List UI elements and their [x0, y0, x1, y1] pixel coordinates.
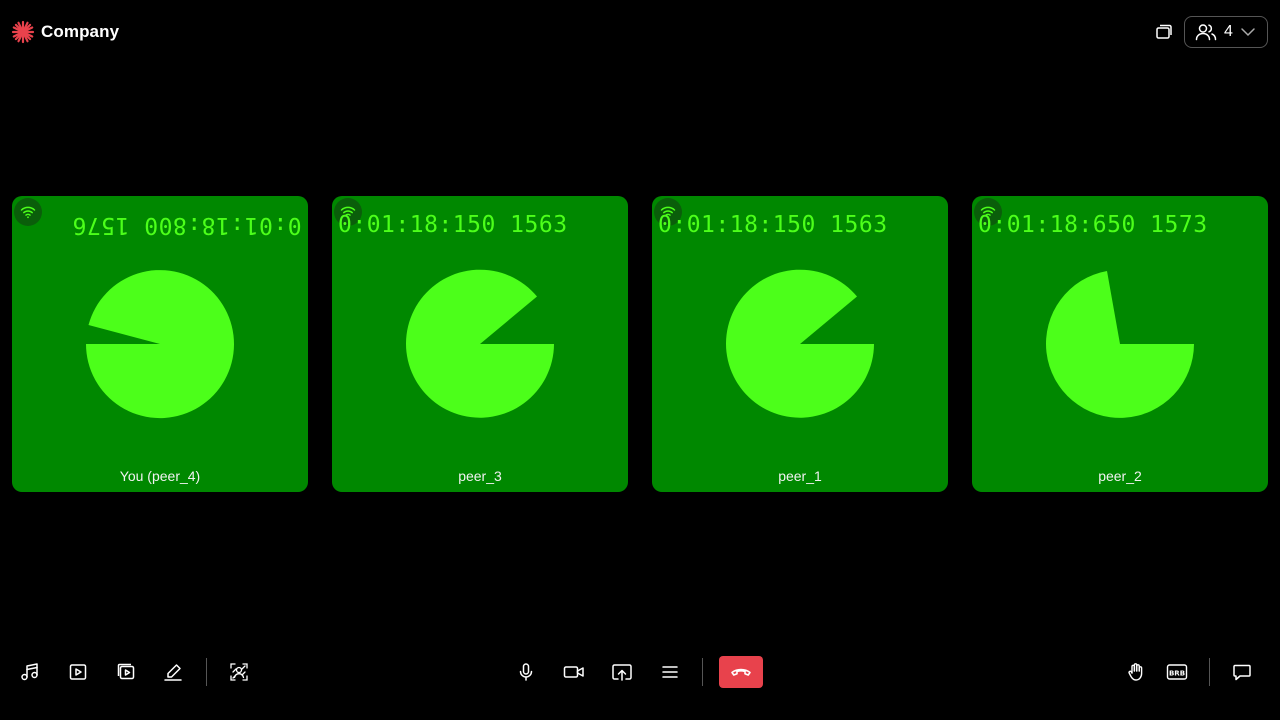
microphone-button[interactable]	[510, 656, 542, 688]
chat-button[interactable]	[1226, 656, 1258, 688]
company-name: Company	[41, 22, 120, 41]
microphone-icon	[519, 663, 533, 681]
tile-participant-name: peer_3	[458, 468, 502, 484]
video-pie-graphic	[85, 270, 234, 419]
video-timer-text: 0:01:18:650 1573	[978, 212, 1208, 238]
layout-toggle-button[interactable]	[1152, 20, 1176, 44]
video-pie-graphic	[726, 269, 874, 418]
virtual-background-button[interactable]	[223, 656, 255, 688]
screen-share-icon	[612, 664, 632, 681]
camera-icon	[563, 666, 584, 678]
whiteboard-button[interactable]	[157, 656, 189, 688]
screen-share-button[interactable]	[606, 656, 638, 688]
tile-participant-name: peer_2	[1098, 468, 1142, 484]
participant-count: 4	[1224, 23, 1233, 40]
company-logo: Company	[11, 20, 119, 44]
embed-video-button[interactable]	[110, 656, 142, 688]
brb-icon: BRB	[1166, 664, 1188, 680]
network-quality-badge	[14, 198, 42, 226]
chat-icon	[1233, 664, 1251, 681]
logo-star-icon	[11, 20, 35, 44]
video-pie-graphic	[406, 269, 554, 418]
video-pie-graphic	[1046, 271, 1194, 418]
layout-icon	[1156, 24, 1172, 39]
people-icon	[1195, 24, 1217, 41]
more-menu-button[interactable]	[654, 656, 686, 688]
raise-hand-button[interactable]	[1120, 656, 1152, 688]
music-icon	[21, 663, 38, 681]
tile-participant-name: peer_1	[778, 468, 822, 484]
toolbar-divider	[1209, 658, 1210, 686]
more-menu-icon	[662, 666, 678, 678]
camera-button[interactable]	[558, 656, 590, 688]
participants-button[interactable]: 4	[1184, 16, 1268, 48]
video-timer-text: 0:01:18:150 1563	[658, 212, 888, 238]
video-tile-peer-2[interactable]: 0:01:18:650 1573 peer_2	[972, 196, 1268, 492]
music-button[interactable]	[14, 656, 46, 688]
video-playlist-icon	[69, 664, 87, 680]
video-timer-text: 0:01:18:800 1576	[72, 212, 302, 238]
video-tile-self[interactable]: 0:01:18:800 1576 You (peer_4)	[12, 196, 308, 492]
brb-button[interactable]: BRB	[1161, 656, 1193, 688]
embed-video-icon	[117, 663, 135, 680]
tile-participant-name: You (peer_4)	[119, 468, 201, 484]
toolbar-divider	[206, 658, 207, 686]
video-timer-text: 0:01:18:150 1563	[338, 212, 568, 238]
video-tile-peer-3[interactable]: 0:01:18:150 1563 peer_3	[332, 196, 628, 492]
chevron-down-icon	[1241, 28, 1255, 37]
virtual-background-icon	[230, 663, 248, 681]
raise-hand-icon	[1128, 663, 1143, 681]
end-call-button[interactable]	[719, 656, 763, 688]
svg-text:BRB: BRB	[1169, 670, 1185, 678]
whiteboard-icon	[164, 664, 182, 681]
wifi-icon	[20, 206, 36, 219]
toolbar-divider	[702, 658, 703, 686]
video-tile-peer-1[interactable]: 0:01:18:150 1563 peer_1	[652, 196, 948, 492]
end-call-icon	[731, 668, 751, 676]
video-playlist-button[interactable]	[62, 656, 94, 688]
